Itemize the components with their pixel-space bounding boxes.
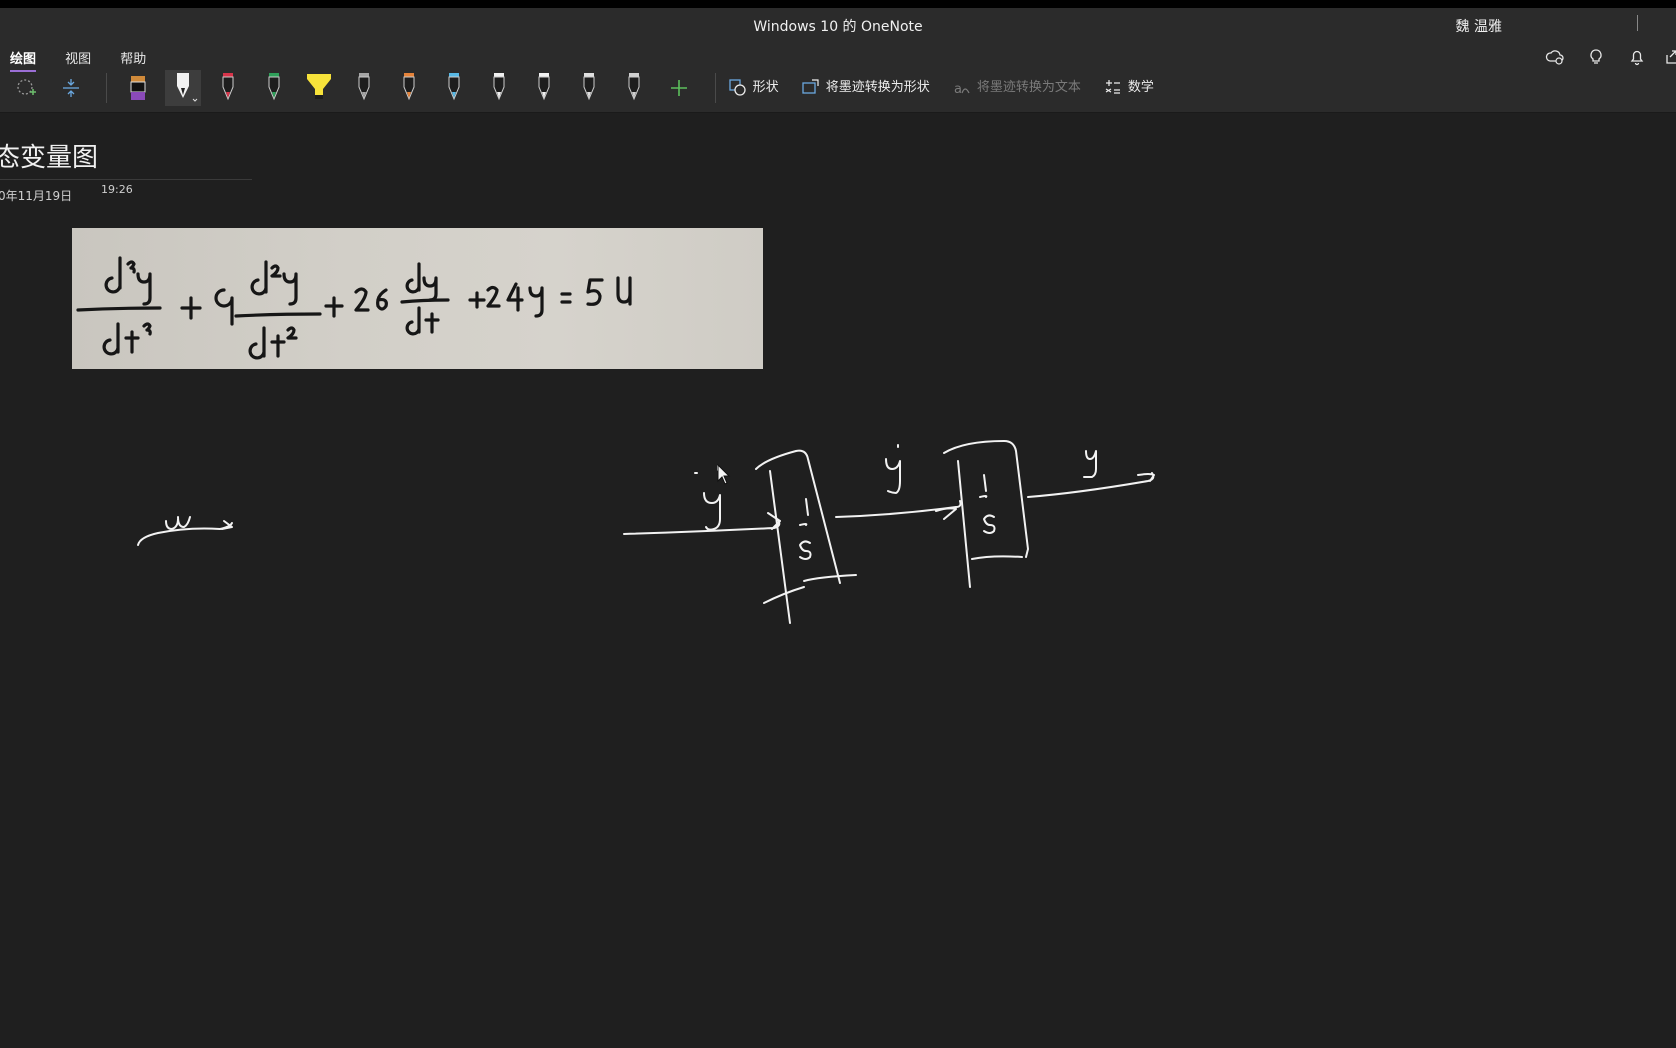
math-label: 数学	[1127, 80, 1154, 95]
add-pen-icon[interactable]	[661, 70, 697, 106]
svg-text:a: a	[954, 82, 962, 97]
pen-green[interactable]	[256, 70, 292, 106]
pen-white-3[interactable]	[571, 70, 607, 106]
top-strip	[0, 0, 1676, 8]
draw-toolbar: 形状 将墨迹转换为形状 a 将墨迹转换为文本 数学	[8, 70, 1172, 110]
user-name[interactable]: 魏 温雅	[1456, 16, 1502, 36]
ribbon-right-icons	[1529, 46, 1676, 70]
lasso-select-tool[interactable]	[8, 70, 44, 106]
toolbar-separator	[714, 73, 716, 103]
bell-icon[interactable]	[1627, 47, 1647, 67]
tab-draw[interactable]: 绘图	[10, 48, 37, 72]
shapes-button[interactable]: 形状	[728, 70, 779, 106]
insert-space-tool[interactable]	[53, 70, 89, 106]
pen-gray[interactable]	[346, 70, 382, 106]
share-icon[interactable]	[1664, 47, 1676, 67]
handwritten-block-diagram[interactable]	[0, 113, 1676, 1048]
shapes-label: 形状	[752, 80, 779, 95]
pen-white-2[interactable]	[526, 70, 562, 106]
mouse-cursor-icon	[717, 463, 731, 485]
math-button[interactable]: 数学	[1104, 70, 1154, 106]
ink-to-text-icon: a	[954, 82, 970, 97]
ink-to-shape-label: 将墨迹转换为形状	[825, 80, 930, 95]
app-title: Windows 10 的 OneNote	[753, 19, 923, 35]
page-canvas[interactable]: 态变量图 0年11月19日 19:26	[0, 113, 1676, 1048]
title-separator	[1637, 15, 1638, 31]
ink-to-text-label: 将墨迹转换为文本	[976, 80, 1081, 95]
pen-white-1[interactable]	[481, 70, 517, 106]
tab-help[interactable]: 帮助	[120, 48, 146, 71]
toolbar-separator	[106, 73, 108, 103]
ink-to-text-button[interactable]: a 将墨迹转换为文本	[953, 70, 1081, 106]
pen-red[interactable]	[210, 70, 246, 106]
pen-white-selected[interactable]	[165, 70, 202, 106]
lightbulb-icon[interactable]	[1586, 47, 1606, 67]
ribbon: 绘图 视图 帮助 形状 将墨迹转换为形状 a 将墨迹转换为文本 数学	[0, 42, 1676, 113]
tab-view[interactable]: 视图	[65, 48, 91, 71]
cloud-sync-icon[interactable]	[1545, 47, 1565, 67]
shapes-icon	[728, 78, 746, 96]
highlighter-yellow[interactable]	[301, 70, 337, 106]
eraser-tool[interactable]	[120, 70, 156, 106]
pen-blue[interactable]	[436, 70, 472, 106]
ribbon-tabs: 绘图 视图 帮助	[10, 48, 170, 72]
pen-white-4[interactable]	[616, 70, 652, 106]
ink-to-shape-button[interactable]: 将墨迹转换为形状	[802, 70, 930, 106]
pen-orange[interactable]	[391, 70, 427, 106]
title-bar: Windows 10 的 OneNote 魏 温雅	[0, 8, 1676, 42]
ink-to-shape-icon	[802, 78, 819, 94]
math-icon	[1105, 79, 1120, 94]
